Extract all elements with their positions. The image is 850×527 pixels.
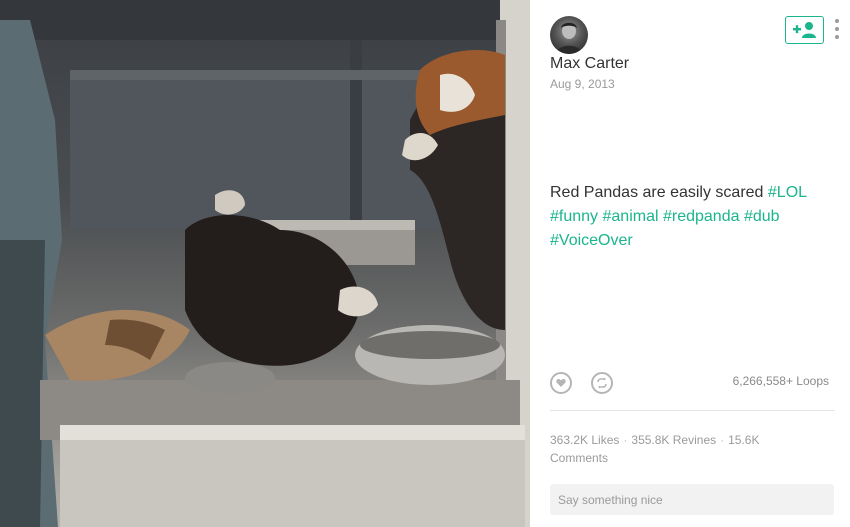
follow-button[interactable] <box>785 16 824 44</box>
hashtag-link[interactable]: #dub <box>744 208 780 225</box>
hashtag-link[interactable]: #animal <box>603 208 659 225</box>
more-options-button[interactable] <box>832 19 842 45</box>
revine-icon <box>597 377 607 389</box>
hashtag-link[interactable]: #redpanda <box>663 208 740 225</box>
comment-input[interactable] <box>550 484 834 515</box>
hashtag-link[interactable]: #VoiceOver <box>550 232 633 249</box>
add-user-icon <box>792 22 816 38</box>
divider <box>550 410 835 411</box>
likes-count[interactable]: 363.2K Likes <box>550 433 619 447</box>
user-photo-icon <box>556 22 582 54</box>
caption-text: Red Pandas are easily scared <box>550 184 768 201</box>
separator: · <box>623 433 628 447</box>
vertical-dots-icon <box>835 19 839 23</box>
loop-count: 6,266,558+ Loops <box>732 374 829 388</box>
hashtag-link[interactable]: #funny <box>550 208 598 225</box>
avatar[interactable] <box>550 16 588 54</box>
hashtag-link[interactable]: #LOL <box>768 184 807 201</box>
vine-post-view: Max Carter Aug 9, 2013 Red Pandas are ea… <box>0 0 850 527</box>
post-date: Aug 9, 2013 <box>550 77 615 91</box>
heart-icon <box>556 378 566 387</box>
revine-button[interactable] <box>591 372 613 394</box>
red-panda-video-frame <box>0 0 530 527</box>
post-details-panel: Max Carter Aug 9, 2013 Red Pandas are ea… <box>530 0 850 527</box>
separator: · <box>720 433 725 447</box>
video-player[interactable] <box>0 0 530 527</box>
engagement-stats: 363.2K Likes · 355.8K Revines · 15.6K Commen… <box>550 431 820 467</box>
author-name[interactable]: Max Carter <box>550 55 629 73</box>
post-caption: Red Pandas are easily scared #LOL #funny… <box>550 181 840 253</box>
revines-count[interactable]: 355.8K Revines <box>631 433 716 447</box>
like-button[interactable] <box>550 372 572 394</box>
